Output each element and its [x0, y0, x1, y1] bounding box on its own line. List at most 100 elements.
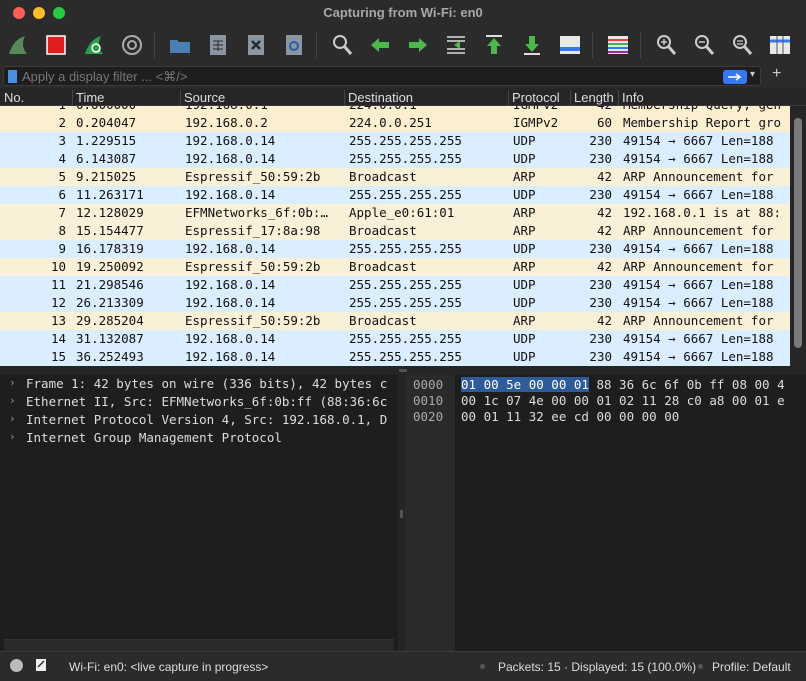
packet-row[interactable]: 1 0.000000 192.168.0.1 224.0.0.1 IGMPv242 Mem…: [0, 106, 790, 114]
packet-source: 192.168.0.14: [185, 349, 276, 364]
packet-length: 230: [589, 349, 612, 364]
packet-row[interactable]: 11 21.298546 192.168.0.14 255.255.255.255 UD…: [0, 276, 790, 294]
packet-row[interactable]: 14 31.132087 192.168.0.14 255.255.255.255 UD…: [0, 330, 790, 348]
go-forward-button[interactable]: [404, 31, 432, 59]
zoom-in-button[interactable]: [652, 31, 680, 59]
arrow-down-bar-icon: [524, 36, 540, 55]
packet-source: 192.168.0.1: [185, 106, 268, 112]
toolbar-separator: [154, 32, 155, 58]
packet-row[interactable]: 10 19.250092 Espressif_50:59:2b Broadcast AR…: [0, 258, 790, 276]
packet-protocol: IGMPv2: [513, 115, 559, 130]
stop-capture-button[interactable]: [42, 31, 70, 59]
packet-row[interactable]: 9 16.178319 192.168.0.14 255.255.255.255 UDP…: [0, 240, 790, 258]
packet-row[interactable]: 7 12.128029 EFMNetworks_6f:0b:… Apple_e0:61…: [0, 204, 790, 222]
document-reload-icon: [286, 35, 302, 55]
normal-size-button[interactable]: [728, 31, 756, 59]
packet-source: 192.168.0.14: [185, 295, 276, 310]
go-to-packet-button[interactable]: [442, 31, 470, 59]
packet-list-header: No. Time Source Destination Protocol Len…: [0, 88, 806, 106]
chevron-right-icon[interactable]: ›: [9, 412, 16, 425]
chevron-right-icon[interactable]: ›: [9, 376, 16, 389]
column-header-length[interactable]: Length: [570, 90, 618, 106]
first-packet-button[interactable]: [480, 31, 508, 59]
resize-columns-button[interactable]: [766, 31, 794, 59]
packet-destination: 255.255.255.255: [349, 331, 462, 346]
packet-protocol: ARP: [513, 313, 536, 328]
column-header-source[interactable]: Source: [180, 90, 344, 106]
packet-row[interactable]: 5 9.215025 Espressif_50:59:2b Broadcast ARP 4…: [0, 168, 790, 186]
column-header-time[interactable]: Time: [72, 90, 180, 106]
document-close-icon: [248, 35, 264, 55]
detail-tree-item[interactable]: › Internet Protocol Version 4, Src: 192.1…: [0, 411, 398, 429]
save-file-button[interactable]: [204, 31, 232, 59]
details-horizontal-scrollbar[interactable]: [4, 639, 394, 651]
last-packet-button[interactable]: [518, 31, 546, 59]
close-file-button[interactable]: [242, 31, 270, 59]
packet-list[interactable]: 10.000000192.168.0.1224.0.0.1IGMPv242Mem…: [0, 106, 790, 366]
column-header-no[interactable]: No.: [0, 90, 72, 106]
colorize-button[interactable]: [604, 31, 632, 59]
packet-list-scrollbar[interactable]: [790, 106, 806, 366]
expert-info-icon[interactable]: [10, 659, 23, 672]
packet-time: 26.213309: [76, 295, 144, 310]
packet-source: 192.168.0.14: [185, 241, 276, 256]
capture-options-button[interactable]: [118, 31, 146, 59]
splitter-grip[interactable]: [400, 510, 403, 518]
start-capture-button[interactable]: [4, 31, 32, 59]
pane-splitter[interactable]: [0, 366, 806, 375]
packet-no: 14: [50, 331, 66, 346]
byte-offset: 0010: [413, 393, 444, 408]
status-separator: [698, 664, 703, 669]
selected-bytes[interactable]: 01 00 5e 00 00 01: [461, 377, 589, 392]
packet-length: 230: [589, 277, 612, 292]
packet-row[interactable]: 3 1.229515 192.168.0.14 255.255.255.255 UDP 2…: [0, 132, 790, 150]
splitter-grip[interactable]: [399, 369, 407, 372]
column-header-destination[interactable]: Destination: [344, 90, 508, 106]
packet-destination: 255.255.255.255: [349, 241, 462, 256]
reload-file-button[interactable]: [280, 31, 308, 59]
go-back-button[interactable]: [366, 31, 394, 59]
display-filter-input[interactable]: Apply a display filter ... <⌘/> ▾: [3, 66, 761, 86]
restart-capture-button[interactable]: [80, 31, 108, 59]
profile-text[interactable]: Profile: Default: [712, 660, 791, 674]
packet-row[interactable]: 6 11.263171 192.168.0.14 255.255.255.255 UDP…: [0, 186, 790, 204]
packet-row[interactable]: 15 36.252493 192.168.0.14 255.255.255.255 UD…: [0, 348, 790, 366]
packet-protocol: UDP: [513, 187, 536, 202]
chevron-right-icon[interactable]: ›: [9, 430, 16, 443]
packet-row[interactable]: 2 0.204047 192.168.0.2 224.0.0.251 IGMPv2 60 M…: [0, 114, 790, 132]
packet-destination: 255.255.255.255: [349, 187, 462, 202]
packet-details-pane[interactable]: › Frame 1: 42 bytes on wire (336 bits), 4…: [0, 375, 398, 651]
chevron-down-icon[interactable]: ▾: [750, 69, 755, 80]
packet-info: 49154 → 6667 Len=188: [623, 133, 774, 148]
hex-bytes[interactable]: 88 36 6c 6f 0b ff 08 00 4: [589, 377, 784, 392]
packet-protocol: UDP: [513, 133, 536, 148]
pane-splitter-vertical[interactable]: [398, 375, 405, 651]
add-filter-button[interactable]: +: [772, 65, 781, 83]
packet-row[interactable]: 13 29.285204 Espressif_50:59:2b Broadcast AR…: [0, 312, 790, 330]
apply-filter-button[interactable]: [723, 70, 747, 84]
column-header-info[interactable]: Info: [618, 90, 806, 106]
packet-bytes-pane[interactable]: 0000 0010 0020 01 00 5e 00 00 01 88 36 6…: [405, 375, 806, 651]
packet-row[interactable]: 4 6.143087 192.168.0.14 255.255.255.255 UDP 2…: [0, 150, 790, 168]
hex-row[interactable]: 01 00 5e 00 00 01 88 36 6c 6f 0b ff 08 0…: [461, 377, 785, 393]
hex-bytes[interactable]: 00 01 11 32 ee cd 00 00 00 00: [461, 409, 679, 424]
zoom-out-button[interactable]: [690, 31, 718, 59]
column-header-protocol[interactable]: Protocol: [508, 90, 570, 106]
open-file-button[interactable]: [166, 31, 194, 59]
packet-row[interactable]: 8 15.154477 Espressif_17:8a:98 Broadcast ARP…: [0, 222, 790, 240]
capture-comment-icon[interactable]: [35, 658, 47, 672]
detail-tree-item[interactable]: › Ethernet II, Src: EFMNetworks_6f:0b:ff …: [0, 393, 398, 411]
shark-fin-icon: [9, 36, 27, 54]
hex-bytes[interactable]: 00 1c 07 4e 00 00 01 02 11 28 c0 a8 00 0…: [461, 393, 785, 408]
detail-tree-item[interactable]: › Internet Group Management Protocol: [0, 429, 398, 447]
packet-info: ARP Announcement for: [623, 169, 774, 184]
hex-row[interactable]: 00 1c 07 4e 00 00 01 02 11 28 c0 a8 00 0…: [461, 393, 785, 409]
autoscroll-button[interactable]: [556, 31, 584, 59]
packet-row[interactable]: 12 26.213309 192.168.0.14 255.255.255.255 UD…: [0, 294, 790, 312]
hex-row[interactable]: 00 01 11 32 ee cd 00 00 00 00: [461, 409, 679, 425]
chevron-right-icon[interactable]: ›: [9, 394, 16, 407]
scrollbar-thumb[interactable]: [794, 118, 802, 348]
find-packet-button[interactable]: [328, 31, 356, 59]
detail-tree-item[interactable]: › Frame 1: 42 bytes on wire (336 bits), 4…: [0, 375, 398, 393]
bookmark-icon[interactable]: [8, 70, 17, 83]
